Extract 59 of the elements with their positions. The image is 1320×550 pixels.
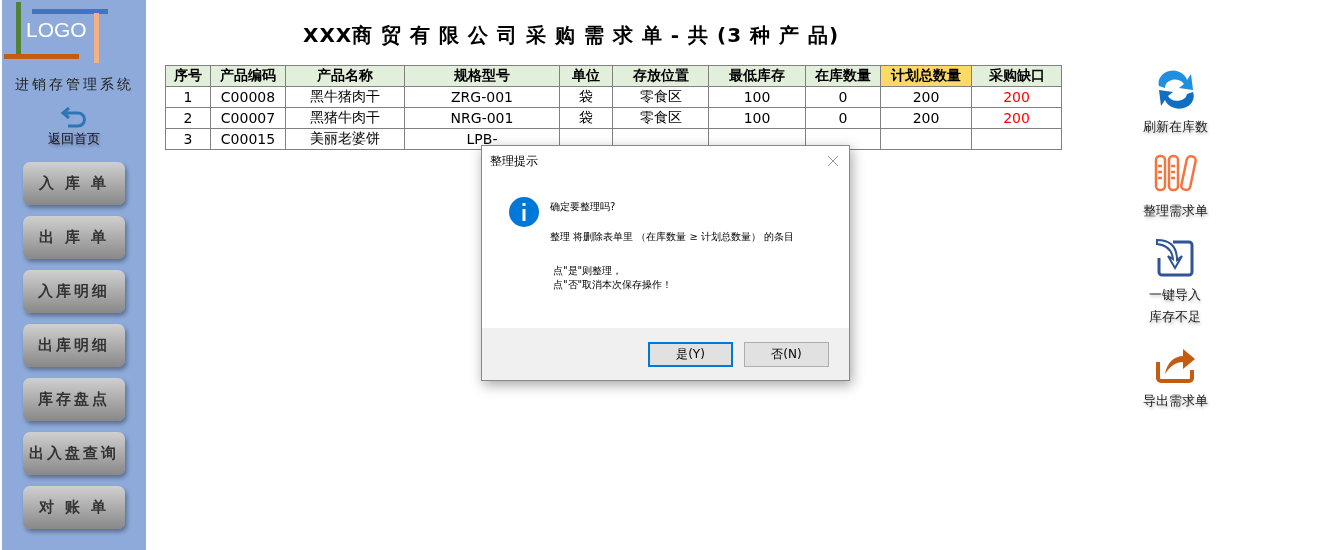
action-label[interactable]: 整理需求单 (1142, 200, 1208, 222)
menu-button[interactable]: 对 账 单 (23, 486, 125, 529)
table-cell: ZRG-001 (404, 86, 560, 108)
table-cell: 200 (971, 107, 1062, 129)
column-header: 在库数量 (805, 65, 881, 87)
table-cell: 0 (805, 86, 881, 108)
column-header: 存放位置 (612, 65, 709, 87)
table-cell: 100 (708, 86, 806, 108)
action-label[interactable]: 一键导入 (1149, 284, 1201, 306)
column-header: 产品名称 (285, 65, 405, 87)
column-header: 产品编码 (210, 65, 286, 87)
table-cell: C00015 (210, 128, 286, 150)
table-cell: 200 (880, 107, 972, 129)
table-cell: NRG-001 (404, 107, 560, 129)
table-cell: 美丽老婆饼 (285, 128, 405, 150)
table-cell: 200 (971, 86, 1062, 108)
table-cell: C00008 (210, 86, 286, 108)
column-header: 单位 (559, 65, 613, 87)
column-header: 规格型号 (404, 65, 560, 87)
menu-button[interactable]: 入库明细 (23, 270, 125, 313)
table-cell: C00007 (210, 107, 286, 129)
menu-button[interactable]: 库存盘点 (23, 378, 125, 421)
column-header: 计划总数量 (880, 65, 972, 87)
close-icon[interactable] (827, 155, 839, 167)
table-cell: 袋 (559, 86, 613, 108)
app-name: 进销存管理系统 (14, 76, 134, 94)
sheet-title: XXX商 贸 有 限 公 司 采 购 需 求 单 - 共 (3 种 产 品) (303, 22, 841, 49)
back-icon (60, 104, 88, 130)
dialog-message: 整理 将删除表单里 （在库数量 ≥ 计划总数量） 的条目 (550, 230, 795, 244)
dialog-message: 点"否"取消本次保存操作！ (552, 278, 674, 292)
dialog-message: 确定要整理吗? (550, 200, 617, 214)
dialog-button[interactable]: 是(Y) (648, 341, 733, 367)
action-label[interactable]: 库存不足 (1149, 306, 1201, 328)
menu-button[interactable]: 出库明细 (23, 324, 125, 367)
table-cell: 零食区 (612, 107, 709, 129)
action-label[interactable]: 导出需求单 (1142, 390, 1208, 412)
table-cell: 1 (165, 86, 211, 108)
back-link[interactable]: 返回首页 (48, 130, 100, 148)
logo-text: LOGO (26, 18, 87, 42)
table-cell: 黑牛猪肉干 (285, 86, 405, 108)
dialog-title: 整理提示 (490, 152, 538, 170)
table-cell: 黑猪牛肉干 (285, 107, 405, 129)
column-header: 序号 (165, 65, 211, 87)
column-header: 最低库存 (708, 65, 806, 87)
table-cell: 袋 (559, 107, 613, 129)
dialog-button[interactable]: 否(N) (744, 341, 829, 367)
table-cell: 零食区 (612, 86, 709, 108)
table-cell: 3 (165, 128, 211, 150)
menu-button[interactable]: 出 库 单 (23, 216, 125, 259)
table-cell: 0 (805, 107, 881, 129)
table-cell: 2 (165, 107, 211, 129)
info-icon (508, 196, 540, 228)
table-cell: 100 (708, 107, 806, 129)
menu-button[interactable]: 出入盘查询 (23, 432, 125, 475)
dialog-message: 点"是"则整理， (552, 264, 624, 278)
menu-button[interactable]: 入 库 单 (23, 162, 125, 205)
action-label[interactable]: 刷新在库数 (1142, 116, 1208, 138)
column-header: 采购缺口 (971, 65, 1062, 87)
table-cell: 200 (880, 86, 972, 108)
